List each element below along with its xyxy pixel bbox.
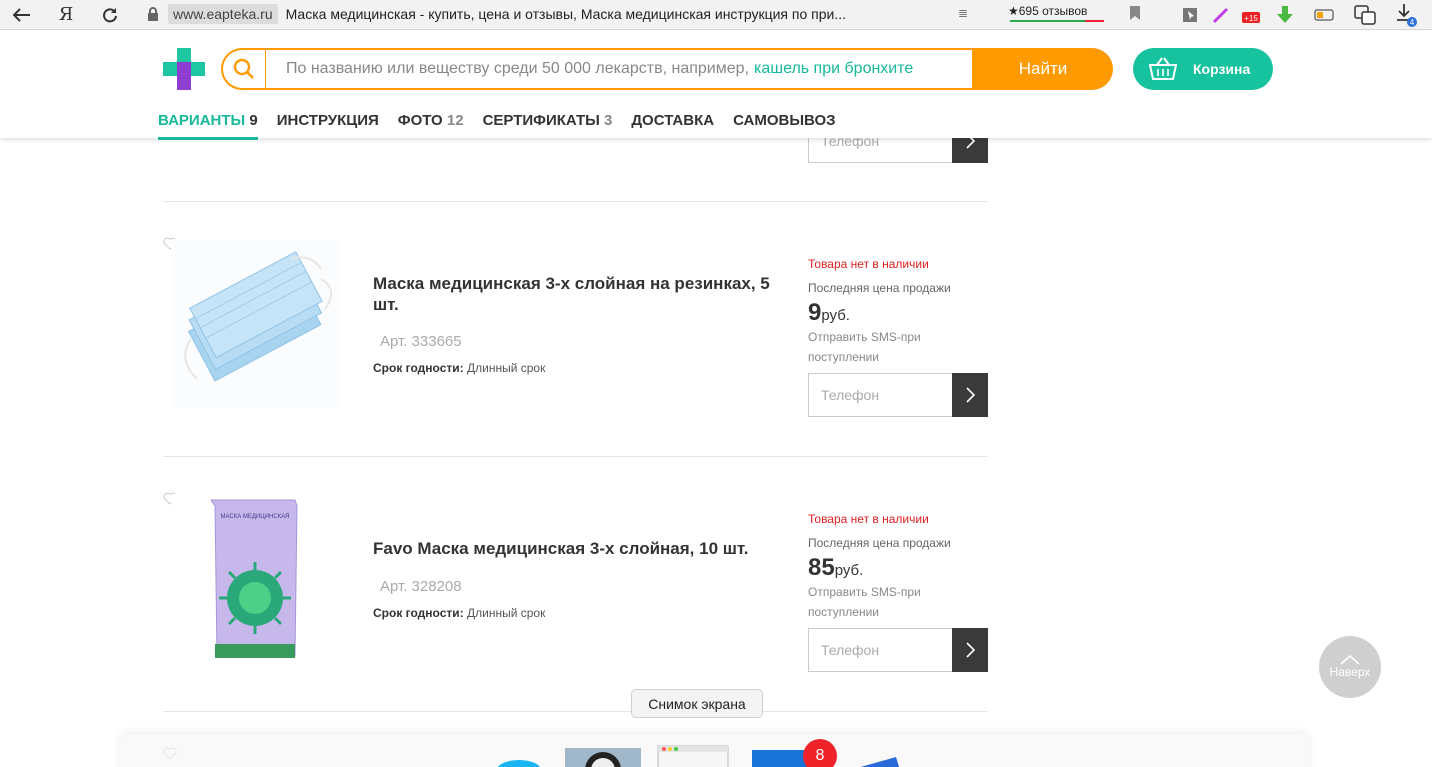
scroll-to-top-button[interactable]: Наверх bbox=[1319, 636, 1381, 698]
phone-input[interactable]: Телефон bbox=[808, 628, 952, 672]
screenshot-app-icon[interactable] bbox=[656, 742, 730, 767]
tab-photo[interactable]: ФОТО 12 bbox=[398, 112, 464, 140]
scroll-to-top-label: Наверх bbox=[1329, 665, 1371, 679]
submit-arrow-button[interactable] bbox=[952, 628, 988, 672]
dock-app-icon-gear[interactable] bbox=[565, 748, 641, 767]
dock-app-icon-mail[interactable] bbox=[752, 750, 808, 767]
eapteka-logo[interactable] bbox=[163, 48, 205, 90]
tab-count: 12 bbox=[446, 112, 464, 129]
product-image-favo-package[interactable]: МАСКА МЕДИЦИНСКАЯ bbox=[171, 494, 341, 664]
phone-form: Телефон bbox=[808, 628, 988, 672]
svg-text:+15: +15 bbox=[1244, 14, 1258, 23]
product-card: Маска медицинская 3-х слойная на резинка… bbox=[163, 237, 988, 492]
price-value: 85 bbox=[808, 554, 835, 581]
tab-label: ДОСТАВКА bbox=[631, 112, 715, 129]
tab-instruction[interactable]: ИНСТРУКЦИЯ bbox=[277, 112, 379, 140]
phone-input[interactable]: Телефон bbox=[808, 373, 952, 417]
product-title[interactable]: Маска медицинская 3-х слойная на резинка… bbox=[373, 273, 773, 315]
dock-tooltip: Снимок экрана bbox=[631, 689, 763, 718]
phone-form: Телефон bbox=[808, 373, 988, 417]
extension-cursor-icon[interactable] bbox=[1179, 4, 1201, 26]
product-sku: Арт. 328208 bbox=[380, 578, 462, 595]
address-bar[interactable]: www.eapteka.ru Маска медицинская - купит… bbox=[140, 2, 1150, 26]
cart-label: Корзина bbox=[1193, 61, 1251, 77]
currency: руб. bbox=[821, 307, 850, 324]
tab-label: САМОВЫВОЗ bbox=[733, 112, 836, 129]
availability-status: Товара нет в наличии bbox=[808, 257, 929, 271]
search-bar: По названию или веществу среди 50 000 ле… bbox=[221, 48, 1113, 90]
chevron-up-icon bbox=[1340, 655, 1360, 665]
last-price-label: Последняя цена продажи bbox=[808, 536, 951, 550]
tab-count: 9 bbox=[249, 112, 258, 129]
shelf-life-label: Срок годности: bbox=[373, 606, 464, 620]
currency: руб. bbox=[834, 562, 864, 579]
search-placeholder: По названию или веществу среди 50 000 ле… bbox=[286, 60, 749, 77]
shelf-life: Срок годности: Длинный срок bbox=[373, 361, 545, 375]
price: 9руб. bbox=[808, 299, 850, 327]
shelf-life-value: Длинный срок bbox=[466, 606, 546, 620]
downloads-icon[interactable]: 4 bbox=[1395, 4, 1417, 27]
lock-icon bbox=[148, 7, 158, 21]
sms-notify-text: Отправить SMS-при поступлении bbox=[808, 585, 921, 619]
url-domain: www.eapteka.ru bbox=[168, 4, 278, 24]
shelf-life-value: Длинный срок bbox=[466, 361, 546, 375]
cart-button[interactable]: Корзина bbox=[1133, 48, 1273, 90]
tab-pickup[interactable]: САМОВЫВОЗ bbox=[733, 112, 836, 140]
tab-delivery[interactable]: ДОСТАВКА bbox=[631, 112, 714, 140]
extension-badge-icon[interactable]: +15 bbox=[1240, 4, 1262, 26]
tab-label: ФОТО bbox=[397, 112, 443, 129]
tab-label: ИНСТРУКЦИЯ bbox=[276, 112, 379, 129]
price: 85руб. bbox=[808, 554, 863, 582]
package-label: МАСКА МЕДИЦИНСКАЯ bbox=[221, 514, 290, 520]
battery-icon[interactable] bbox=[1314, 4, 1336, 26]
divider bbox=[163, 456, 988, 457]
last-price-label: Последняя цена продажи bbox=[808, 281, 951, 295]
product-sku: Арт. 333665 bbox=[380, 333, 462, 350]
divider bbox=[163, 711, 988, 712]
search-hint-link[interactable]: кашель при бронхите bbox=[754, 60, 913, 78]
translate-icon[interactable] bbox=[1354, 4, 1376, 26]
divider bbox=[163, 201, 988, 202]
download-arrow-green-icon[interactable] bbox=[1274, 4, 1296, 26]
yandex-icon[interactable]: Я bbox=[44, 0, 88, 30]
dock-app-icon-doc[interactable] bbox=[846, 755, 902, 767]
reload-icon[interactable] bbox=[88, 0, 132, 30]
notification-badge: 8 bbox=[803, 739, 837, 767]
price-value: 9 bbox=[808, 299, 822, 326]
basket-icon bbox=[1149, 57, 1177, 80]
browser-toolbar: Я www.eapteka.ru Маска медицинская - куп… bbox=[0, 0, 1432, 30]
product-title[interactable]: Favo Маска медицинская 3-х слойная, 10 ш… bbox=[373, 538, 773, 559]
svg-text:4: 4 bbox=[1410, 18, 1415, 27]
page-title: Маска медицинская - купить, цена и отзыв… bbox=[285, 6, 847, 22]
availability-status: Товара нет в наличии bbox=[808, 512, 929, 526]
shelf-life-label: Срок годности: bbox=[373, 361, 464, 375]
search-button[interactable]: Найти bbox=[973, 48, 1113, 90]
tab-count: 3 bbox=[604, 112, 613, 129]
tab-label: ВАРИАНТЫ bbox=[158, 112, 246, 129]
reader-mode-icon[interactable]: ≣ bbox=[958, 6, 968, 20]
site-header: По названию или веществу среди 50 000 ле… bbox=[0, 31, 1432, 140]
back-arrow-icon[interactable] bbox=[0, 0, 44, 30]
product-card: МАСКА МЕДИЦИНСКАЯ Favo Маска медицинская… bbox=[163, 492, 988, 747]
reviews-rating-bar bbox=[1010, 20, 1104, 22]
submit-arrow-button[interactable] bbox=[952, 373, 988, 417]
bookmark-icon[interactable] bbox=[1130, 6, 1140, 20]
tab-certificates[interactable]: СЕРТИФИКАТЫ 3 bbox=[483, 112, 613, 140]
tab-label: СЕРТИФИКАТЫ bbox=[482, 112, 600, 129]
pen-icon[interactable] bbox=[1210, 4, 1232, 26]
shelf-life: Срок годности: Длинный срок bbox=[373, 606, 545, 620]
search-input[interactable]: По названию или веществу среди 50 000 ле… bbox=[265, 48, 974, 90]
search-icon[interactable] bbox=[221, 48, 265, 90]
product-image-blue-masks[interactable] bbox=[171, 239, 341, 409]
tab-variants[interactable]: ВАРИАНТЫ 9 bbox=[158, 112, 258, 140]
reviews-count[interactable]: ★695 отзывов bbox=[1008, 4, 1087, 18]
product-tabs: ВАРИАНТЫ 9 ИНСТРУКЦИЯ ФОТО 12 СЕРТИФИКАТ… bbox=[158, 112, 855, 140]
sms-notify-text: Отправить SMS-при поступлении bbox=[808, 330, 921, 364]
dock-app-icon-blue[interactable] bbox=[496, 758, 542, 767]
